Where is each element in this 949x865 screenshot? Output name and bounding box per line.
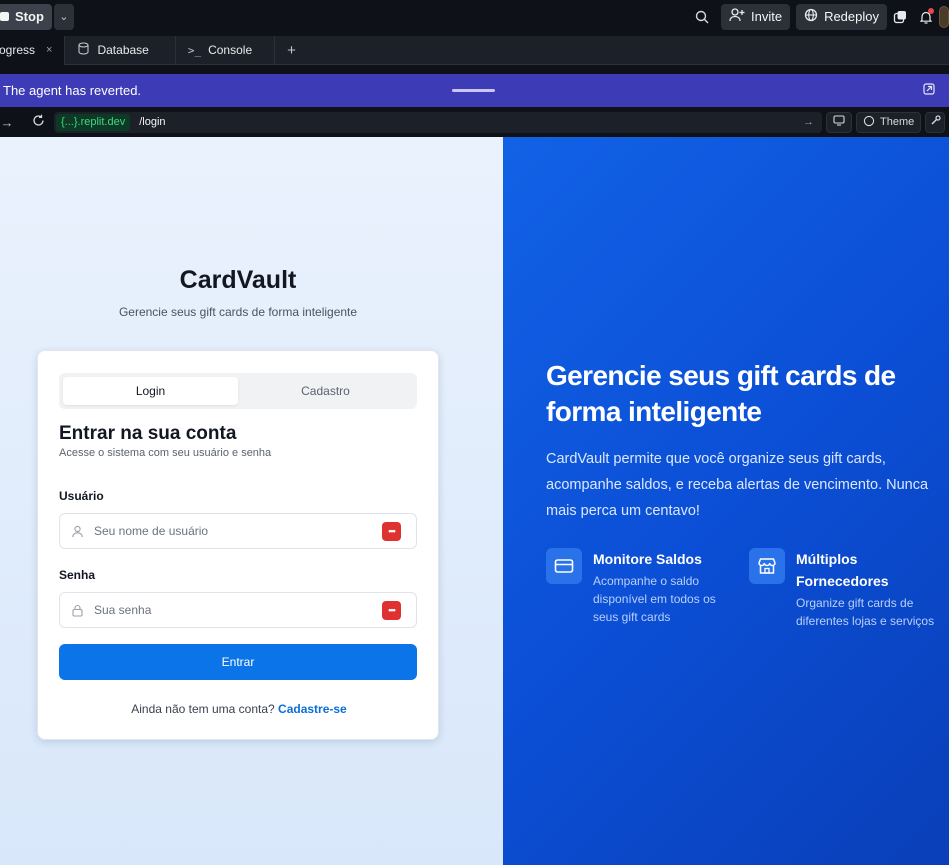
theme-button[interactable]: Theme [856, 111, 922, 133]
signup-link[interactable]: Cadastre-se [278, 702, 347, 716]
webview-url-bar: → {...}.replit.dev /login → Theme [0, 108, 949, 136]
tab-label: Console [208, 43, 253, 57]
stop-label: Stop [15, 9, 44, 24]
tab-login[interactable]: Login [63, 377, 238, 405]
database-icon [77, 42, 90, 58]
theme-label: Theme [880, 116, 915, 128]
replit-window: Stop ⌄ Invite Redeploy ogress × Database… [0, 0, 949, 865]
close-icon[interactable]: × [46, 44, 52, 56]
tab-label: Database [97, 43, 149, 57]
add-tab-plus-icon[interactable]: + [275, 42, 308, 59]
search-icon[interactable] [689, 4, 715, 30]
deploy-globe-icon [804, 8, 818, 25]
redeploy-button[interactable]: Redeploy [796, 3, 887, 30]
add-user-icon [729, 8, 745, 25]
stop-icon [0, 12, 9, 21]
password-manager-icon[interactable]: ••• [382, 600, 401, 620]
username-input[interactable] [94, 524, 382, 538]
tab-label: Progress [0, 43, 36, 57]
stop-button[interactable]: Stop [0, 3, 52, 30]
username-label: Usuário [59, 489, 104, 503]
form-title: Entrar na sua conta [59, 423, 237, 444]
feature-title: Múltiplos Fornecedores [796, 551, 889, 589]
devtools-button[interactable] [826, 111, 852, 133]
username-field[interactable]: ••• [59, 513, 417, 549]
user-icon [60, 525, 94, 538]
feature-monitor-balances: Monitore Saldos Acompanhe o saldo dispon… [546, 548, 736, 626]
signup-prompt: Ainda não tem uma conta? Cadastre-se [38, 702, 440, 716]
store-icon [749, 548, 785, 584]
feature-description: Organize gift cards de diferentes lojas … [796, 596, 935, 628]
password-input[interactable] [94, 603, 382, 617]
login-card: Login Cadastro Entrar na sua conta Acess… [37, 350, 439, 740]
agent-reverted-banner: The agent has reverted. [0, 74, 949, 107]
password-label: Senha [59, 568, 96, 582]
url-host: {...}.replit.dev [56, 113, 131, 131]
auth-tabs: Login Cadastro [59, 373, 417, 409]
hero-description: CardVault permite que você organize seus… [546, 451, 929, 519]
app-brand-subtitle: Gerencie seus gift cards de forma inteli… [118, 305, 358, 319]
redeploy-label: Redeploy [824, 9, 879, 24]
login-submit-button[interactable]: Entrar [59, 644, 417, 680]
url-field[interactable]: {...}.replit.dev /login → [54, 111, 822, 133]
banner-text: The agent has reverted. [3, 83, 142, 98]
tab-database[interactable]: Database [65, 35, 176, 65]
tab-progress[interactable]: Progress × [0, 35, 66, 65]
tools-button[interactable] [925, 111, 946, 133]
notification-dot [928, 7, 934, 14]
stop-options-chevron-icon[interactable]: ⌄ [53, 3, 74, 30]
notifications-bell-icon[interactable] [913, 4, 939, 30]
hero-panel: Gerencie seus gift cards de forma inteli… [503, 137, 949, 865]
open-external-icon[interactable] [923, 83, 935, 98]
app-brand-title: CardVault [179, 266, 297, 294]
tab-console[interactable]: >_ Console [176, 35, 276, 65]
forward-arrow-icon[interactable]: → [0, 115, 14, 130]
pane-tabs: Progress × Database >_ Console + [0, 35, 949, 65]
lock-icon [60, 604, 94, 617]
app-preview: CardVault Gerencie seus gift cards de fo… [0, 137, 949, 865]
password-field[interactable]: ••• [59, 592, 417, 628]
windows-icon[interactable] [887, 4, 913, 30]
feature-description: Acompanhe o saldo disponível em todos os… [593, 574, 716, 624]
invite-label: Invite [750, 9, 783, 24]
drag-handle[interactable] [452, 89, 495, 92]
login-panel: CardVault Gerencie seus gift cards de fo… [0, 137, 503, 865]
invite-button[interactable]: Invite [720, 3, 791, 30]
monitor-icon [833, 115, 845, 129]
credit-card-icon [546, 548, 582, 584]
tab-signup[interactable]: Cadastro [238, 377, 413, 405]
feature-multiple-suppliers: Múltiplos Fornecedores Organize gift car… [749, 548, 939, 630]
avatar[interactable] [939, 4, 949, 30]
feature-title: Monitore Saldos [593, 551, 702, 567]
form-subtitle: Acesse o sistema com seu usuário e senha [59, 447, 272, 459]
workspace-header: Stop ⌄ Invite Redeploy [0, 0, 949, 33]
reload-icon[interactable] [26, 114, 50, 130]
no-account-text: Ainda não tem uma conta? [131, 702, 275, 716]
hero-title: Gerencie seus gift cards de forma inteli… [546, 360, 896, 427]
password-manager-icon[interactable]: ••• [382, 521, 401, 541]
palette-icon [863, 115, 875, 130]
url-path: /login [139, 116, 166, 128]
wrench-icon [930, 115, 941, 129]
go-arrow-icon[interactable]: → [803, 116, 814, 128]
terminal-icon: >_ [187, 43, 202, 57]
